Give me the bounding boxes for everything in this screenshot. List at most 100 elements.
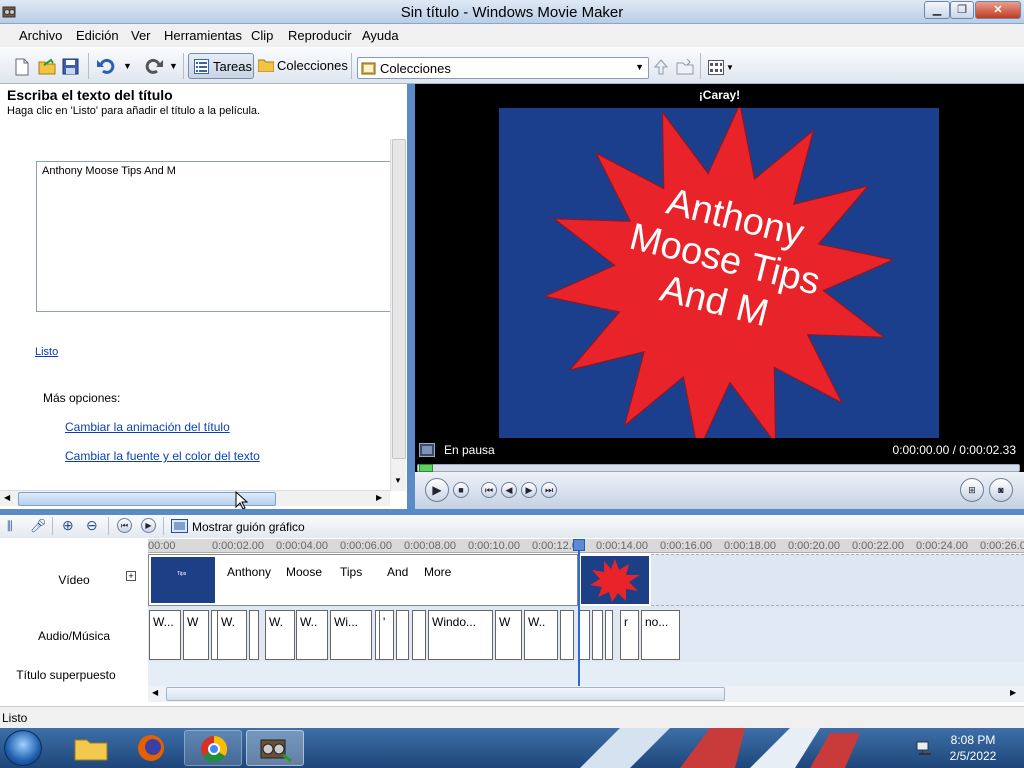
redo-dropdown-icon[interactable]: ▼ — [169, 61, 178, 71]
timeline-toolbar: ⫼ 🎤︎ ⊕ ⊖ ⏮ ▶ Mostrar guión gráfico — [0, 515, 1024, 538]
title-overlay-track[interactable] — [148, 662, 1024, 686]
scroll-left-arrow-icon[interactable]: ◀ — [4, 493, 10, 502]
undo-icon[interactable] — [97, 58, 117, 74]
up-level-icon[interactable] — [653, 58, 669, 76]
time-ruler[interactable]: 00:00 0:00:02.00 0:00:04.00 0:00:06.00 0:00:… — [148, 539, 1024, 553]
audio-clip[interactable]: W.. — [296, 610, 328, 660]
playhead-line[interactable] — [578, 539, 580, 701]
timeline-rewind-button[interactable]: ⏮ — [117, 518, 132, 533]
menu-herramientas[interactable]: Herramientas — [164, 28, 242, 43]
save-icon[interactable] — [62, 58, 79, 75]
timeline-scroll-left-icon[interactable]: ◀ — [152, 688, 158, 697]
new-file-icon[interactable] — [14, 58, 30, 76]
task-pane-horizontal-scrollbar[interactable]: ◀ ▶ — [0, 490, 390, 506]
open-folder-icon[interactable] — [38, 58, 56, 76]
view-dropdown-icon[interactable]: ▼ — [726, 63, 734, 72]
menu-archivo[interactable]: Archivo — [19, 28, 62, 43]
audio-track[interactable]: W... W W. W. W.. Wi... ' Windo... W W.. r no... — [148, 608, 1024, 662]
show-storyboard-button[interactable]: Mostrar guión gráfico — [192, 520, 305, 534]
zoom-in-icon[interactable]: ⊕ — [62, 517, 74, 534]
audio-clip[interactable]: W. — [265, 610, 295, 660]
audio-clip[interactable]: W — [183, 610, 209, 660]
audio-clip[interactable] — [605, 610, 613, 660]
done-link[interactable]: Listo — [35, 346, 58, 358]
rewind-button[interactable]: ◀ — [501, 482, 517, 498]
audio-clip[interactable]: ' — [379, 610, 394, 660]
scroll-right-arrow-icon[interactable]: ▶ — [376, 493, 382, 502]
fast-forward-button[interactable]: ▶ — [521, 482, 537, 498]
next-frame-button[interactable]: ⏭ — [541, 482, 557, 498]
audio-clip[interactable]: r — [620, 610, 639, 660]
video-track[interactable]: Tips Anthony Moose Tips And More — [148, 554, 1024, 608]
menu-clip[interactable]: Clip — [251, 28, 273, 43]
scroll-down-arrow-icon[interactable]: ▼ — [394, 476, 402, 485]
start-button[interactable] — [4, 730, 42, 766]
audio-clip[interactable]: W... — [149, 610, 181, 660]
clip-word-5: More — [424, 565, 452, 579]
undo-dropdown-icon[interactable]: ▼ — [123, 61, 132, 71]
task-pane-vertical-scrollbar[interactable]: ▼ — [390, 139, 406, 491]
chevron-down-icon: ▼ — [635, 62, 644, 72]
title-clip-selected[interactable] — [579, 554, 651, 606]
more-options-label: Más opciones: — [43, 391, 121, 405]
audio-clip[interactable]: Windo... — [428, 610, 493, 660]
timeline-horizontal-scrollbar[interactable]: ◀ ▶ — [148, 686, 1024, 702]
tareas-button[interactable]: Tareas — [188, 53, 254, 79]
stop-button[interactable]: ■ — [453, 482, 469, 498]
video-clip-text[interactable]: Tips Anthony Moose Tips And More — [148, 554, 578, 606]
audio-clip[interactable]: W — [495, 610, 522, 660]
change-font-link[interactable]: Cambiar la fuente y el color del texto — [65, 449, 260, 463]
menu-ayuda[interactable]: Ayuda — [362, 28, 399, 43]
audio-clip[interactable]: Wi... — [330, 610, 372, 660]
timeline-play-button[interactable]: ▶ — [141, 518, 156, 533]
colecciones-button[interactable]: Colecciones — [256, 53, 348, 79]
audio-clip[interactable]: W. — [217, 610, 247, 660]
audio-clip[interactable]: W.. — [524, 610, 558, 660]
minimize-button[interactable]: ▁ — [924, 1, 950, 19]
menu-ver[interactable]: Ver — [131, 28, 151, 43]
view-options-icon[interactable] — [708, 60, 724, 75]
pane-splitter[interactable] — [407, 84, 415, 509]
collections-dropdown[interactable]: Colecciones ▼ — [357, 57, 649, 79]
title-text-input[interactable]: Anthony Moose Tips And M — [36, 161, 391, 312]
menu-edicion[interactable]: Edición — [76, 28, 119, 43]
taskbar-explorer[interactable] — [62, 730, 120, 766]
seek-thumb[interactable] — [419, 464, 433, 472]
audio-clip[interactable] — [412, 610, 426, 660]
redo-icon[interactable] — [143, 58, 163, 74]
taskbar-firefox[interactable] — [122, 730, 180, 766]
audio-clip[interactable] — [560, 610, 574, 660]
system-clock[interactable]: 8:08 PM 2/5/2022 — [948, 732, 998, 764]
audio-clip[interactable] — [579, 610, 590, 660]
storyboard-toggle-icon[interactable]: ⫼ — [7, 519, 13, 534]
playhead-handle[interactable] — [573, 539, 585, 551]
network-icon[interactable] — [916, 740, 934, 756]
audio-clip[interactable]: no... — [641, 610, 680, 660]
snapshot-button[interactable]: ◙ — [989, 478, 1013, 502]
maximize-button[interactable]: ❐ — [950, 1, 974, 19]
clip-word-3: Tips — [340, 565, 363, 579]
timeline-scroll-right-icon[interactable]: ▶ — [1010, 688, 1016, 697]
audio-clip[interactable] — [249, 610, 259, 660]
audio-clip[interactable] — [592, 610, 603, 660]
change-animation-link[interactable]: Cambiar la animación del título — [65, 420, 230, 434]
playback-time: 0:00:00.00 / 0:00:02.33 — [892, 443, 1016, 457]
previous-frame-button[interactable]: ⏮ — [481, 482, 497, 498]
audio-clip[interactable] — [396, 610, 409, 660]
ruler-tick-label: 0:00:10.00 — [468, 540, 520, 552]
menu-reproducir[interactable]: Reproducir — [288, 28, 352, 43]
vertical-scroll-thumb[interactable] — [392, 139, 406, 459]
close-button[interactable]: ✕ — [975, 1, 1021, 19]
play-button[interactable]: ▶ — [425, 478, 449, 502]
split-clip-button[interactable]: ⊞ — [960, 478, 984, 502]
seek-bar[interactable] — [417, 464, 1020, 472]
taskbar-chrome[interactable] — [184, 730, 242, 766]
narrate-microphone-icon[interactable]: 🎤︎ — [30, 518, 47, 534]
taskbar-movie-maker[interactable] — [246, 730, 304, 766]
monitor-split-icon[interactable] — [419, 443, 435, 457]
expand-plus-icon[interactable]: + — [126, 571, 136, 581]
folder-icon — [258, 59, 274, 72]
new-collection-folder-icon[interactable] — [676, 58, 694, 76]
timeline-scroll-thumb[interactable] — [166, 687, 725, 701]
zoom-out-icon[interactable]: ⊖ — [86, 517, 98, 534]
